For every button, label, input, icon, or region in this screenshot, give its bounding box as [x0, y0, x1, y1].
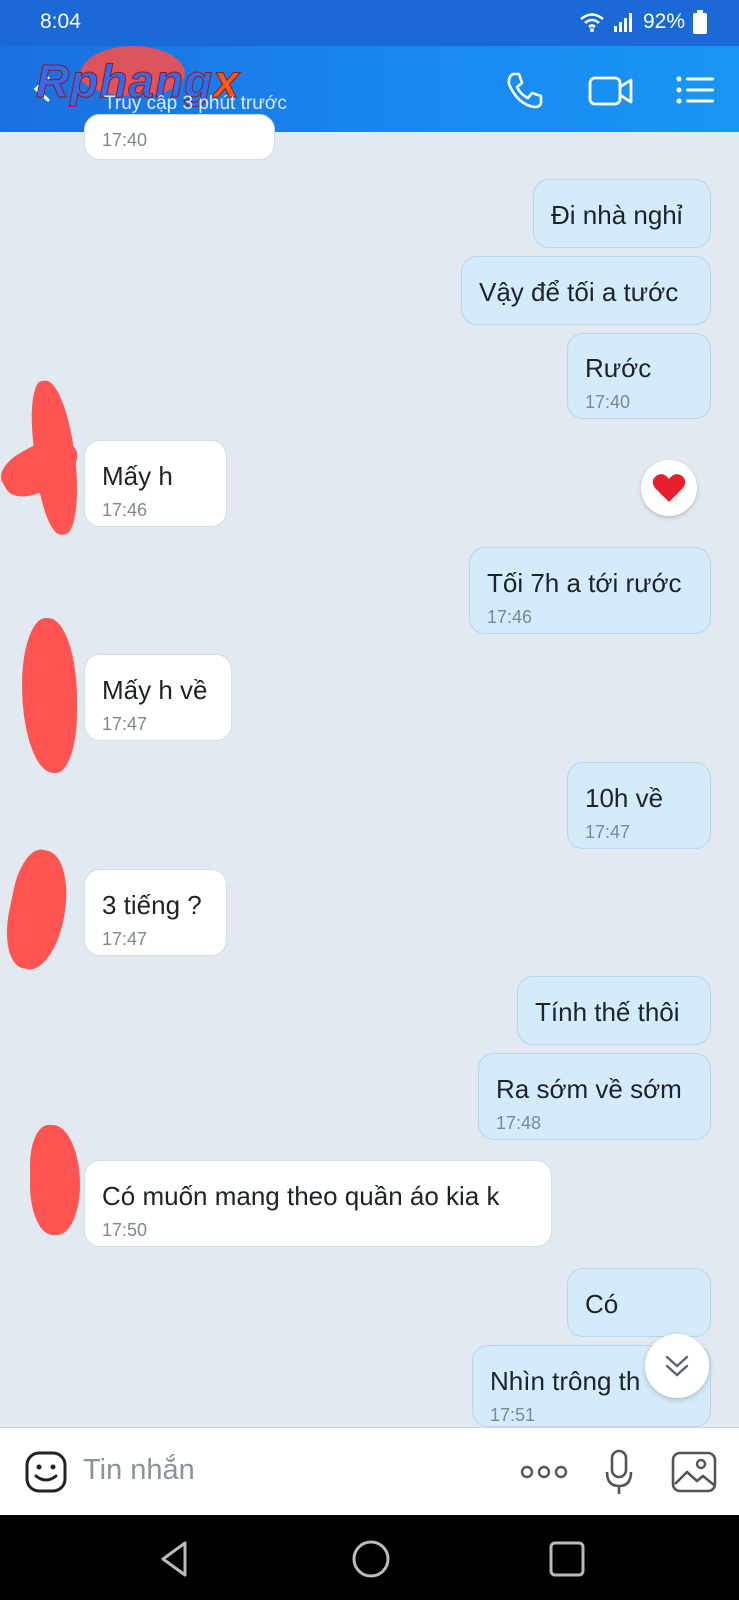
video-call-icon[interactable] — [587, 66, 635, 114]
sticker-emoji-icon[interactable] — [24, 1450, 68, 1494]
message-time: 17:46 — [487, 607, 533, 627]
heart-reaction[interactable] — [641, 460, 697, 516]
avatar-redacted — [22, 618, 77, 773]
message-time: 17:40 — [102, 130, 148, 150]
message-text: Ra sớm về sớm — [496, 1074, 682, 1104]
message-text: Mấy h về — [102, 675, 208, 705]
message-text: 10h về — [585, 783, 664, 813]
status-time: 8:04 — [40, 10, 81, 33]
message-text: Tối 7h a tới rước — [487, 568, 682, 598]
message-bubble[interactable]: 3 tiếng ? 17:47 — [84, 869, 227, 956]
message-text: Đi nhà nghỉ — [551, 200, 683, 230]
avatar-redacted — [0, 845, 77, 975]
system-nav-bar — [0, 1515, 739, 1600]
nav-recents-icon[interactable] — [545, 1537, 589, 1581]
avatar-redacted — [30, 1125, 80, 1235]
double-chevron-down-icon — [665, 1355, 689, 1377]
message-bubble[interactable]: 10h về 17:47 — [567, 762, 711, 849]
message-input[interactable]: Tin nhắn — [83, 1454, 195, 1487]
message-bubble[interactable]: Ra sớm về sớm 17:48 — [478, 1053, 711, 1140]
message-text: Nhìn trông th — [490, 1366, 641, 1396]
message-bubble[interactable]: Tối 7h a tới rước 17:46 — [469, 547, 711, 634]
wifi-icon — [580, 13, 604, 32]
message-text: 3 tiếng ? — [102, 890, 202, 920]
message-time: 17:47 — [102, 929, 148, 949]
message-bubble[interactable]: Mấy h 17:46 — [84, 440, 227, 527]
message-time: 17:46 — [102, 500, 148, 520]
signal-icon — [613, 13, 632, 32]
message-time: 17:50 — [102, 1220, 148, 1240]
message-time: 17:47 — [102, 714, 148, 734]
menu-list-icon[interactable] — [672, 66, 720, 114]
message-bubble[interactable]: Mấy h về 17:47 — [84, 654, 232, 741]
heart-icon — [652, 474, 686, 502]
phone-icon[interactable] — [500, 66, 548, 114]
last-seen-status: Truy cập 3 phút trước — [104, 93, 287, 114]
message-time: 17:48 — [496, 1113, 542, 1133]
nav-back-icon[interactable] — [153, 1537, 197, 1581]
message-bubble[interactable]: Có — [567, 1268, 711, 1337]
message-bubble[interactable]: 17:40 — [84, 114, 275, 160]
microphone-icon[interactable] — [603, 1448, 635, 1496]
more-dots-icon[interactable] — [520, 1464, 568, 1480]
message-bubble[interactable]: Tính thế thôi — [517, 976, 711, 1045]
scroll-to-bottom-button[interactable] — [645, 1334, 709, 1398]
message-text: Rước — [585, 353, 652, 383]
message-text: Vậy để tối a tước — [479, 277, 679, 307]
battery-icon — [693, 10, 707, 34]
message-text: Có — [585, 1289, 619, 1319]
message-time: 17:40 — [585, 392, 631, 412]
message-text: Tính thế thôi — [535, 997, 680, 1027]
message-bubble[interactable]: Rước 17:40 — [567, 333, 711, 419]
message-bubble[interactable]: Vậy để tối a tước — [461, 256, 711, 325]
image-gallery-icon[interactable] — [670, 1450, 718, 1494]
status-bar: 8:04 92% — [0, 0, 739, 46]
message-time: 17:51 — [490, 1405, 536, 1425]
message-composer: Tin nhắn — [0, 1427, 739, 1515]
battery-percent: 92% — [642, 10, 685, 33]
message-text: Mấy h — [102, 461, 173, 491]
message-text: Có muốn mang theo quần áo kia k — [102, 1181, 500, 1211]
message-bubble[interactable]: Có muốn mang theo quần áo kia k 17:50 — [84, 1160, 552, 1247]
message-time: 17:47 — [585, 822, 631, 842]
nav-home-icon[interactable] — [349, 1537, 393, 1581]
message-bubble[interactable]: Đi nhà nghỉ — [533, 179, 711, 248]
